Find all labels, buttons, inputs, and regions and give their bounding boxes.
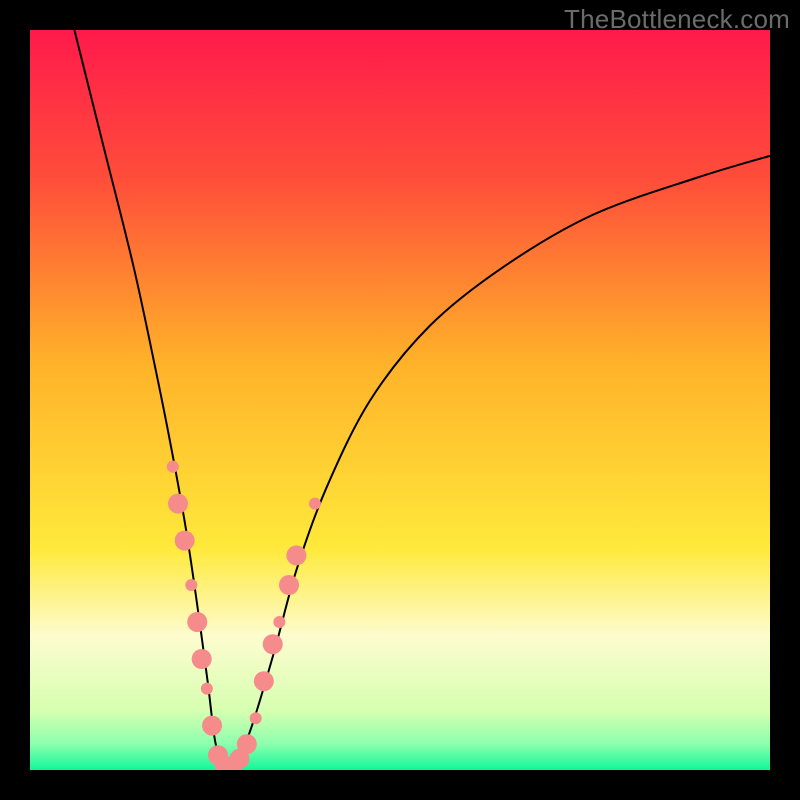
chart-frame: TheBottleneck.com — [0, 0, 800, 800]
datapoint-marker — [175, 531, 195, 551]
datapoint-marker — [309, 498, 321, 510]
datapoint-marker — [237, 734, 257, 754]
datapoint-marker — [168, 494, 188, 514]
datapoint-marker — [192, 649, 212, 669]
datapoint-marker — [250, 712, 262, 724]
datapoint-marker — [279, 575, 299, 595]
datapoint-marker — [201, 683, 213, 695]
datapoint-marker — [202, 716, 222, 736]
datapoint-markers — [167, 461, 321, 770]
datapoint-marker — [187, 612, 207, 632]
watermark-text: TheBottleneck.com — [564, 4, 790, 35]
plot-area — [30, 30, 770, 770]
datapoint-marker — [263, 634, 283, 654]
datapoint-marker — [273, 616, 285, 628]
curve-layer — [30, 30, 770, 770]
datapoint-marker — [254, 671, 274, 691]
datapoint-marker — [185, 579, 197, 591]
bottleneck-curve — [74, 30, 770, 770]
datapoint-marker — [167, 461, 179, 473]
datapoint-marker — [286, 545, 306, 565]
